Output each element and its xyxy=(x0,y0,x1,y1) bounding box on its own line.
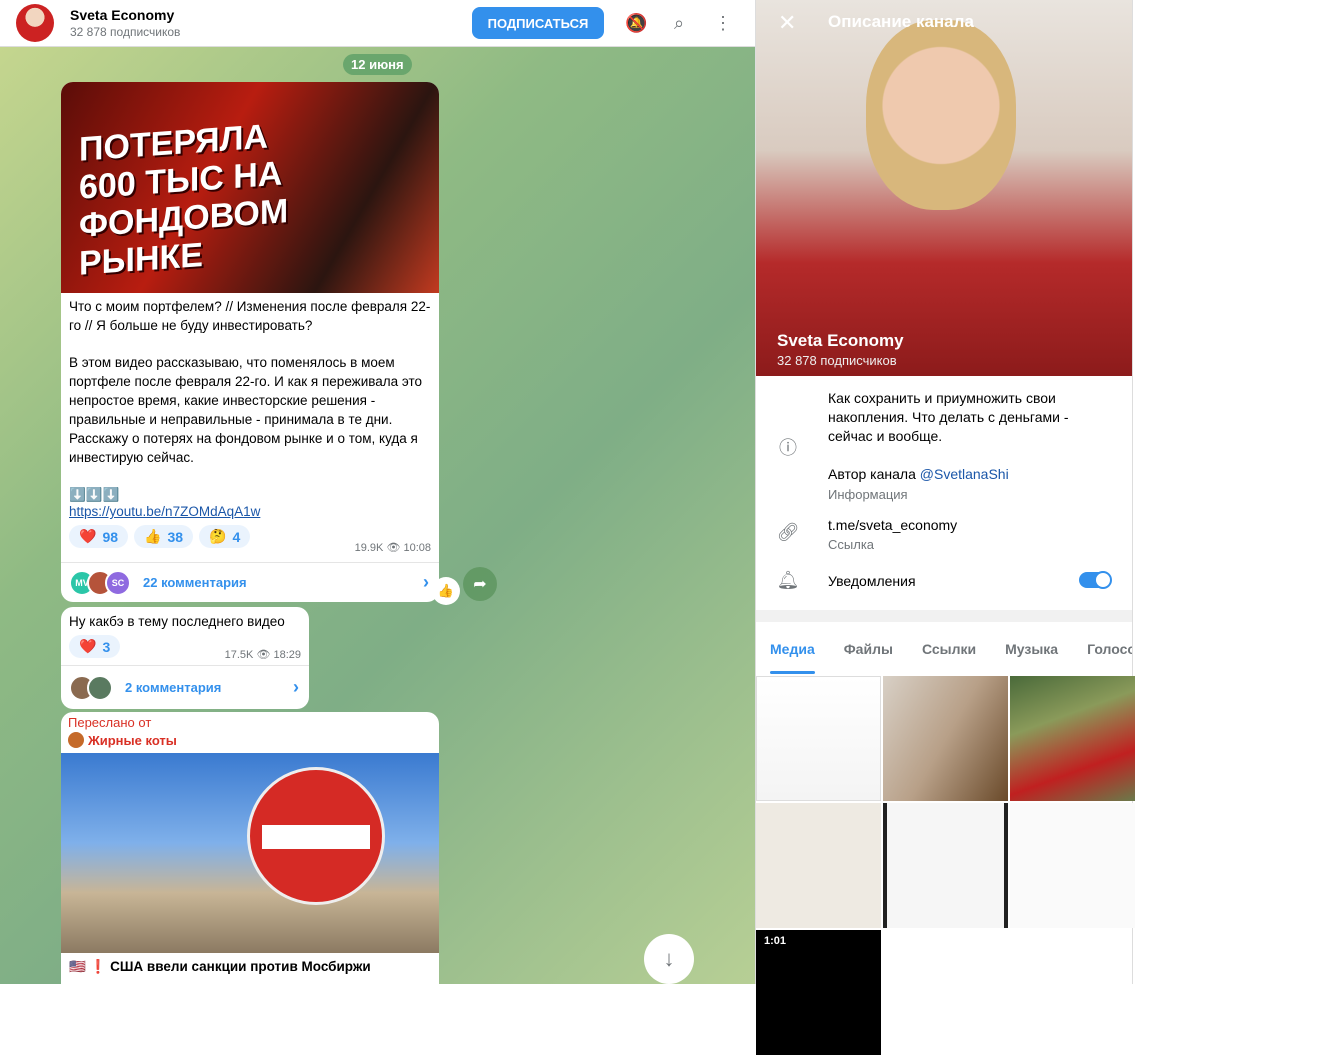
message-body: Ну какбэ в тему последнего видео xyxy=(69,614,285,629)
author-handle-link[interactable]: @SvetlanaShi xyxy=(920,466,1009,482)
reaction-count: 38 xyxy=(167,528,184,545)
youtube-link[interactable]: https://youtu.be/n7ZOMdAqA1w xyxy=(61,504,439,519)
author-line: Автор канала @SvetlanaShi xyxy=(828,465,1009,484)
channel-link[interactable]: t.me/sveta_economy xyxy=(828,516,957,535)
video-thumbnail[interactable]: ПОТЕРЯЛА 600 ТЫС НА ФОНДОВОМ РЫНКЕ xyxy=(61,82,439,293)
heart-icon: ❤️ xyxy=(79,638,97,654)
stop-sign xyxy=(247,767,385,905)
channel-info: ⓘ Как сохранить и приумножить свои накоп… xyxy=(756,376,1132,608)
quick-reaction-button[interactable]: 👍 xyxy=(432,577,460,605)
bell-icon: 🔔︎ xyxy=(776,570,800,590)
profile-photo xyxy=(866,20,1016,210)
subscriber-count: 32 878 подписчиков xyxy=(70,25,181,39)
search-icon[interactable]: ⌕ xyxy=(668,12,690,34)
channel-name: Sveta Economy xyxy=(70,7,175,23)
media-item[interactable] xyxy=(1010,803,1135,928)
panel-title: Описание канала xyxy=(828,12,974,31)
arrow-down-icon: ↓ xyxy=(663,946,675,971)
forwarded-label: Переслано от xyxy=(68,715,152,730)
message-post-video: ПОТЕРЯЛА 600 ТЫС НА ФОНДОВОМ РЫНКЕ Что с… xyxy=(61,82,439,602)
channel-avatar[interactable] xyxy=(16,4,54,42)
more-icon[interactable]: ⋮ xyxy=(712,12,734,34)
reaction-thumbs-up[interactable]: 👍 38 xyxy=(134,525,194,548)
reaction-heart[interactable]: ❤️ 3 xyxy=(69,635,121,658)
media-item[interactable] xyxy=(756,803,881,928)
thumbs-up-icon: 👍 xyxy=(144,528,162,544)
tab-links[interactable]: Ссылки xyxy=(922,641,976,657)
scroll-down-button[interactable]: ↓ xyxy=(644,934,694,984)
reaction-heart[interactable]: ❤️ 98 xyxy=(69,525,129,548)
tab-files[interactable]: Файлы xyxy=(844,641,893,657)
info-label: Информация xyxy=(828,487,908,502)
close-icon[interactable]: ✕ xyxy=(778,10,796,36)
chat-area: 12 июня ПОТЕРЯЛА 600 ТЫС НА ФОНДОВОМ РЫН… xyxy=(0,0,755,984)
media-item[interactable] xyxy=(883,803,1008,928)
commenter-avatar: SC xyxy=(105,569,131,596)
tab-music[interactable]: Музыка xyxy=(1005,641,1058,657)
reaction-count: 3 xyxy=(102,638,111,655)
media-tabs: Медиа Файлы Ссылки Музыка Голосовые xyxy=(756,622,1132,676)
views-count: 19.9K xyxy=(354,542,384,554)
media-item-video[interactable]: 1:01 xyxy=(756,930,881,1055)
thumbnail-headline: ПОТЕРЯЛА 600 ТЫС НА ФОНДОВОМ РЫНКЕ xyxy=(79,117,289,283)
message-text: Ну какбэ в тему последнего видео ❤️ 3 17.… xyxy=(61,607,309,709)
tab-voice[interactable]: Голосовые xyxy=(1087,641,1132,657)
thumbs-up-icon: 👍 xyxy=(437,583,455,598)
comments-count: 22 комментария xyxy=(143,575,247,590)
message-meta: 19.9K 👁 10:08 xyxy=(355,541,431,554)
share-icon: ➦ xyxy=(473,576,487,593)
chat-header: Sveta Economy 32 878 подписчиков ПОДПИСА… xyxy=(0,0,755,47)
heart-icon: ❤️ xyxy=(79,528,97,544)
reaction-count: 4 xyxy=(232,528,241,545)
eye-icon: 👁 xyxy=(386,542,401,554)
media-item[interactable] xyxy=(883,676,1008,801)
media-item[interactable] xyxy=(1010,676,1135,801)
forwarded-from[interactable]: Жирные коты xyxy=(61,730,439,750)
commenter-avatar xyxy=(87,674,113,701)
channel-cover-photo: ✕ Описание канала Sveta Economy 32 878 п… xyxy=(756,0,1132,376)
comments-button[interactable]: MV SC 22 комментария › xyxy=(61,562,439,602)
link-label: Ссылка xyxy=(828,537,875,552)
eye-icon: 👁 xyxy=(256,649,271,661)
video-duration: 1:01 xyxy=(764,935,787,947)
comments-count: 2 комментария xyxy=(125,680,222,695)
message-time: 10:08 xyxy=(403,542,431,554)
post-caption: 🇺🇸 ❗ США ввели санкции против Мосбиржи xyxy=(69,959,371,974)
channel-avatar xyxy=(68,732,84,748)
chevron-right-icon: › xyxy=(423,572,429,592)
arrows-emoji: ⬇️⬇️⬇️ xyxy=(69,487,120,502)
link-icon: 🔗︎ xyxy=(776,522,800,542)
photo[interactable] xyxy=(61,753,439,953)
share-button[interactable]: ➦ xyxy=(463,567,497,601)
forwarded-channel-name: Жирные коты xyxy=(88,732,177,748)
media-item[interactable] xyxy=(756,676,881,801)
post-body: В этом видео рассказываю, что поменялось… xyxy=(69,355,423,465)
mute-bell-icon[interactable]: 🔕 xyxy=(625,12,647,34)
reaction-count: 98 xyxy=(102,528,119,545)
chevron-right-icon: › xyxy=(293,677,299,697)
description: Как сохранить и приумножить свои накопле… xyxy=(828,390,1069,444)
message-meta: 17.5K 👁 18:29 xyxy=(225,648,301,661)
notifications-toggle[interactable] xyxy=(1079,571,1112,589)
reaction-thinking[interactable]: 🤔 4 xyxy=(199,525,251,548)
subscribe-button[interactable]: ПОДПИСАТЬСЯ xyxy=(472,7,604,39)
post-title: Что с моим портфелем? // Изменения после… xyxy=(69,299,431,333)
channel-info-panel: ✕ Описание канала Sveta Economy 32 878 п… xyxy=(755,0,1135,1055)
thinking-icon: 🤔 xyxy=(209,528,227,544)
notifications-label: Уведомления xyxy=(828,573,916,589)
date-pill: 12 июня xyxy=(343,54,412,75)
message-forwarded: Переслано от Жирные коты 🇺🇸 ❗ США ввели … xyxy=(61,712,439,984)
info-icon: ⓘ xyxy=(779,438,797,458)
comments-button[interactable]: 2 комментария › xyxy=(61,665,309,709)
media-grid: 1:01 xyxy=(756,676,1135,1055)
channel-title[interactable]: Sveta Economy 32 878 подписчиков xyxy=(70,7,180,39)
subscriber-count: 32 878 подписчиков xyxy=(777,353,897,368)
author-prefix: Автор канала xyxy=(828,466,920,482)
views-count: 17.5K xyxy=(224,649,254,661)
channel-name: Sveta Economy xyxy=(777,331,904,350)
message-time: 18:29 xyxy=(273,649,301,661)
tab-media[interactable]: Медиа xyxy=(770,641,815,674)
